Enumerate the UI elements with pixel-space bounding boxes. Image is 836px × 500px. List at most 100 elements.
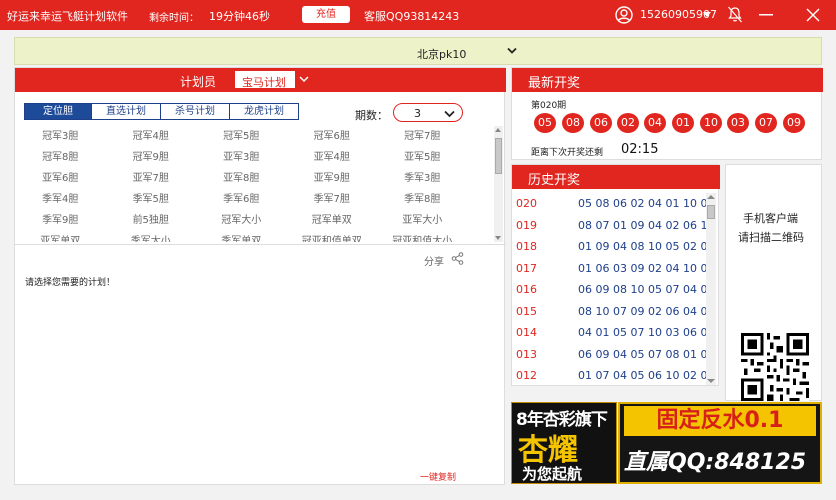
history-row: 018 01 09 04 08 10 05 02 07 06 03 [512,236,706,258]
history-header: 历史开奖 [512,165,720,189]
bet-type-item[interactable]: 冠军8胆 [15,147,106,168]
history-period: 020 [516,197,537,210]
mobile-client-panel: 手机客户端 请扫描二维码 [725,164,822,401]
history-numbers: 08 07 01 09 04 02 06 10 05 03 [578,218,706,232]
bet-type-item[interactable]: 季军6胆 [196,189,287,210]
bet-type-item[interactable]: 冠亚和值单双 [287,231,378,242]
tab-kill[interactable]: 杀号计划 [160,103,230,120]
lottery-name: 北京pk10 [417,48,467,61]
bet-type-item[interactable]: 冠军7胆 [377,126,468,147]
draw-ball: 02 [617,113,639,133]
history-period: 018 [516,240,537,253]
bet-type-item[interactable]: 冠军3胆 [15,126,106,147]
scroll-up-icon[interactable] [495,128,501,132]
countdown-label: 距离下次开奖还剩 [531,148,604,158]
history-numbers: 05 08 06 02 04 01 10 03 07 09 [578,197,706,210]
history-numbers: 01 06 03 09 02 04 10 08 05 07 [578,261,706,275]
history-row: 012 01 07 04 05 06 10 02 08 09 03 [512,365,706,385]
grid-row: 亚军单双 季军大小 季军单双 冠亚和值单双 冠亚和值大小 [15,231,493,242]
bet-type-item[interactable]: 季军3胆 [377,168,468,189]
bet-type-item[interactable]: 季军单双 [196,231,287,242]
history-panel: 历史开奖 020 05 08 06 02 04 01 10 03 07 09 0… [511,164,720,386]
history-row: 013 06 09 04 05 07 08 01 02 10 03 [512,344,706,366]
bet-type-item[interactable]: 季军7胆 [287,189,378,210]
countdown-value: 02:15 [621,142,659,157]
share-label[interactable]: 分享 [424,253,444,268]
history-row: 014 04 01 05 07 10 03 06 02 09 08 [512,322,706,344]
bet-type-item[interactable]: 亚军9胆 [287,168,378,189]
ad-banner-xingyao[interactable]: 8年杏彩旗下 杏耀 为您起航 [511,402,617,484]
bet-type-item[interactable]: 冠亚和值大小 [377,231,468,242]
planner-panel: 计划员 宝马计划 定位胆 直选计划 杀号计划 龙虎计划 期数： 3 冠军3胆 冠… [14,67,506,485]
planner-header: 计划员 宝马计划 [15,68,506,92]
grid-row: 冠军3胆 冠军4胆 冠军5胆 冠军6胆 冠军7胆 [15,126,493,147]
user-icon[interactable] [615,6,633,24]
bet-type-item[interactable]: 季军大小 [106,231,197,242]
history-period: 012 [516,369,537,382]
bet-type-item[interactable]: 亚军8胆 [196,168,287,189]
history-period: 015 [516,304,537,318]
draw-ball: 05 [534,113,556,133]
history-numbers: 06 09 08 10 05 07 04 01 03 02 [578,283,706,296]
periods-select[interactable]: 3 [393,103,463,122]
user-dropdown-icon[interactable] [703,12,711,17]
tab-dragon-tiger[interactable]: 龙虎计划 [229,103,299,120]
customer-service-qq: 客服QQ93814243 [364,10,460,23]
grid-scrollbar[interactable] [494,126,503,242]
bet-type-grid: 冠军3胆 冠军4胆 冠军5胆 冠军6胆 冠军7胆 冠军8胆 冠军9胆 亚军3胆 … [15,126,493,242]
bet-type-item[interactable]: 冠军6胆 [287,126,378,147]
draw-ball: 06 [590,113,612,133]
bet-type-item[interactable]: 亚军大小 [377,210,468,231]
history-period: 013 [516,347,537,361]
bet-type-item[interactable]: 亚军3胆 [196,147,287,168]
ad-text: 固定反水0.1 [624,406,816,436]
scroll-thumb[interactable] [495,138,502,174]
bet-type-item[interactable]: 冠军5胆 [196,126,287,147]
bet-type-item[interactable]: 冠军单双 [287,210,378,231]
planner-select[interactable]: 宝马计划 [234,70,314,89]
scroll-down-icon[interactable] [495,236,501,240]
ad-banner-rebate[interactable]: 固定反水0.1 直属QQ:848125 [618,402,822,484]
bet-type-item[interactable]: 季军4胆 [15,189,106,210]
history-numbers: 01 07 04 05 06 10 02 08 09 03 [578,369,706,382]
close-icon[interactable] [806,8,820,22]
scroll-up-icon[interactable] [707,195,715,199]
recharge-button[interactable]: 充值 [302,6,350,23]
history-period: 017 [516,261,537,275]
qr-code-icon [741,333,809,401]
remaining-time-label: 剩余时间： [149,13,199,24]
lottery-selector[interactable]: 北京pk10 [14,37,822,65]
minimize-icon[interactable] [759,14,773,16]
history-title: 历史开奖 [528,173,581,188]
chevron-down-icon[interactable] [507,47,517,55]
tab-direct[interactable]: 直选计划 [91,103,161,120]
bet-type-item[interactable]: 冠军4胆 [106,126,197,147]
history-numbers: 08 10 07 09 02 06 04 05 03 01 [578,304,706,318]
history-numbers: 04 01 05 07 10 03 06 02 09 08 [578,326,706,339]
periods-value: 3 [414,107,421,120]
bet-type-item[interactable]: 亚军5胆 [377,147,468,168]
bet-type-item[interactable]: 亚军单双 [15,231,106,242]
divider [15,244,506,245]
chevron-down-icon [299,76,309,83]
bet-type-item[interactable]: 季军5胆 [106,189,197,210]
bet-type-item[interactable]: 季军9胆 [15,210,106,231]
bet-type-item[interactable]: 季军8胆 [377,189,468,210]
bet-type-item[interactable]: 冠军大小 [196,210,287,231]
history-row: 015 08 10 07 09 02 06 04 05 03 01 [512,301,706,323]
history-scrollbar[interactable] [706,193,716,385]
scroll-down-icon[interactable] [707,379,715,383]
share-icon[interactable] [451,252,464,265]
bet-type-item[interactable]: 亚军6胆 [15,168,106,189]
bet-type-item[interactable]: 前5独胆 [106,210,197,231]
draw-ball: 01 [672,113,694,133]
bet-type-item[interactable]: 冠军9胆 [106,147,197,168]
bet-type-item[interactable]: 亚军4胆 [287,147,378,168]
tab-position[interactable]: 定位胆 [24,103,92,120]
planner-select-button[interactable] [295,71,313,88]
copy-button[interactable]: 一键复制 [420,470,456,483]
scroll-thumb[interactable] [707,205,715,219]
bell-muted-icon[interactable] [727,6,743,23]
title-bar: 好运来幸运飞艇计划软件 剩余时间： 19分钟46秒 充值 客服QQ9381424… [0,0,836,30]
bet-type-item[interactable]: 亚军7胆 [106,168,197,189]
